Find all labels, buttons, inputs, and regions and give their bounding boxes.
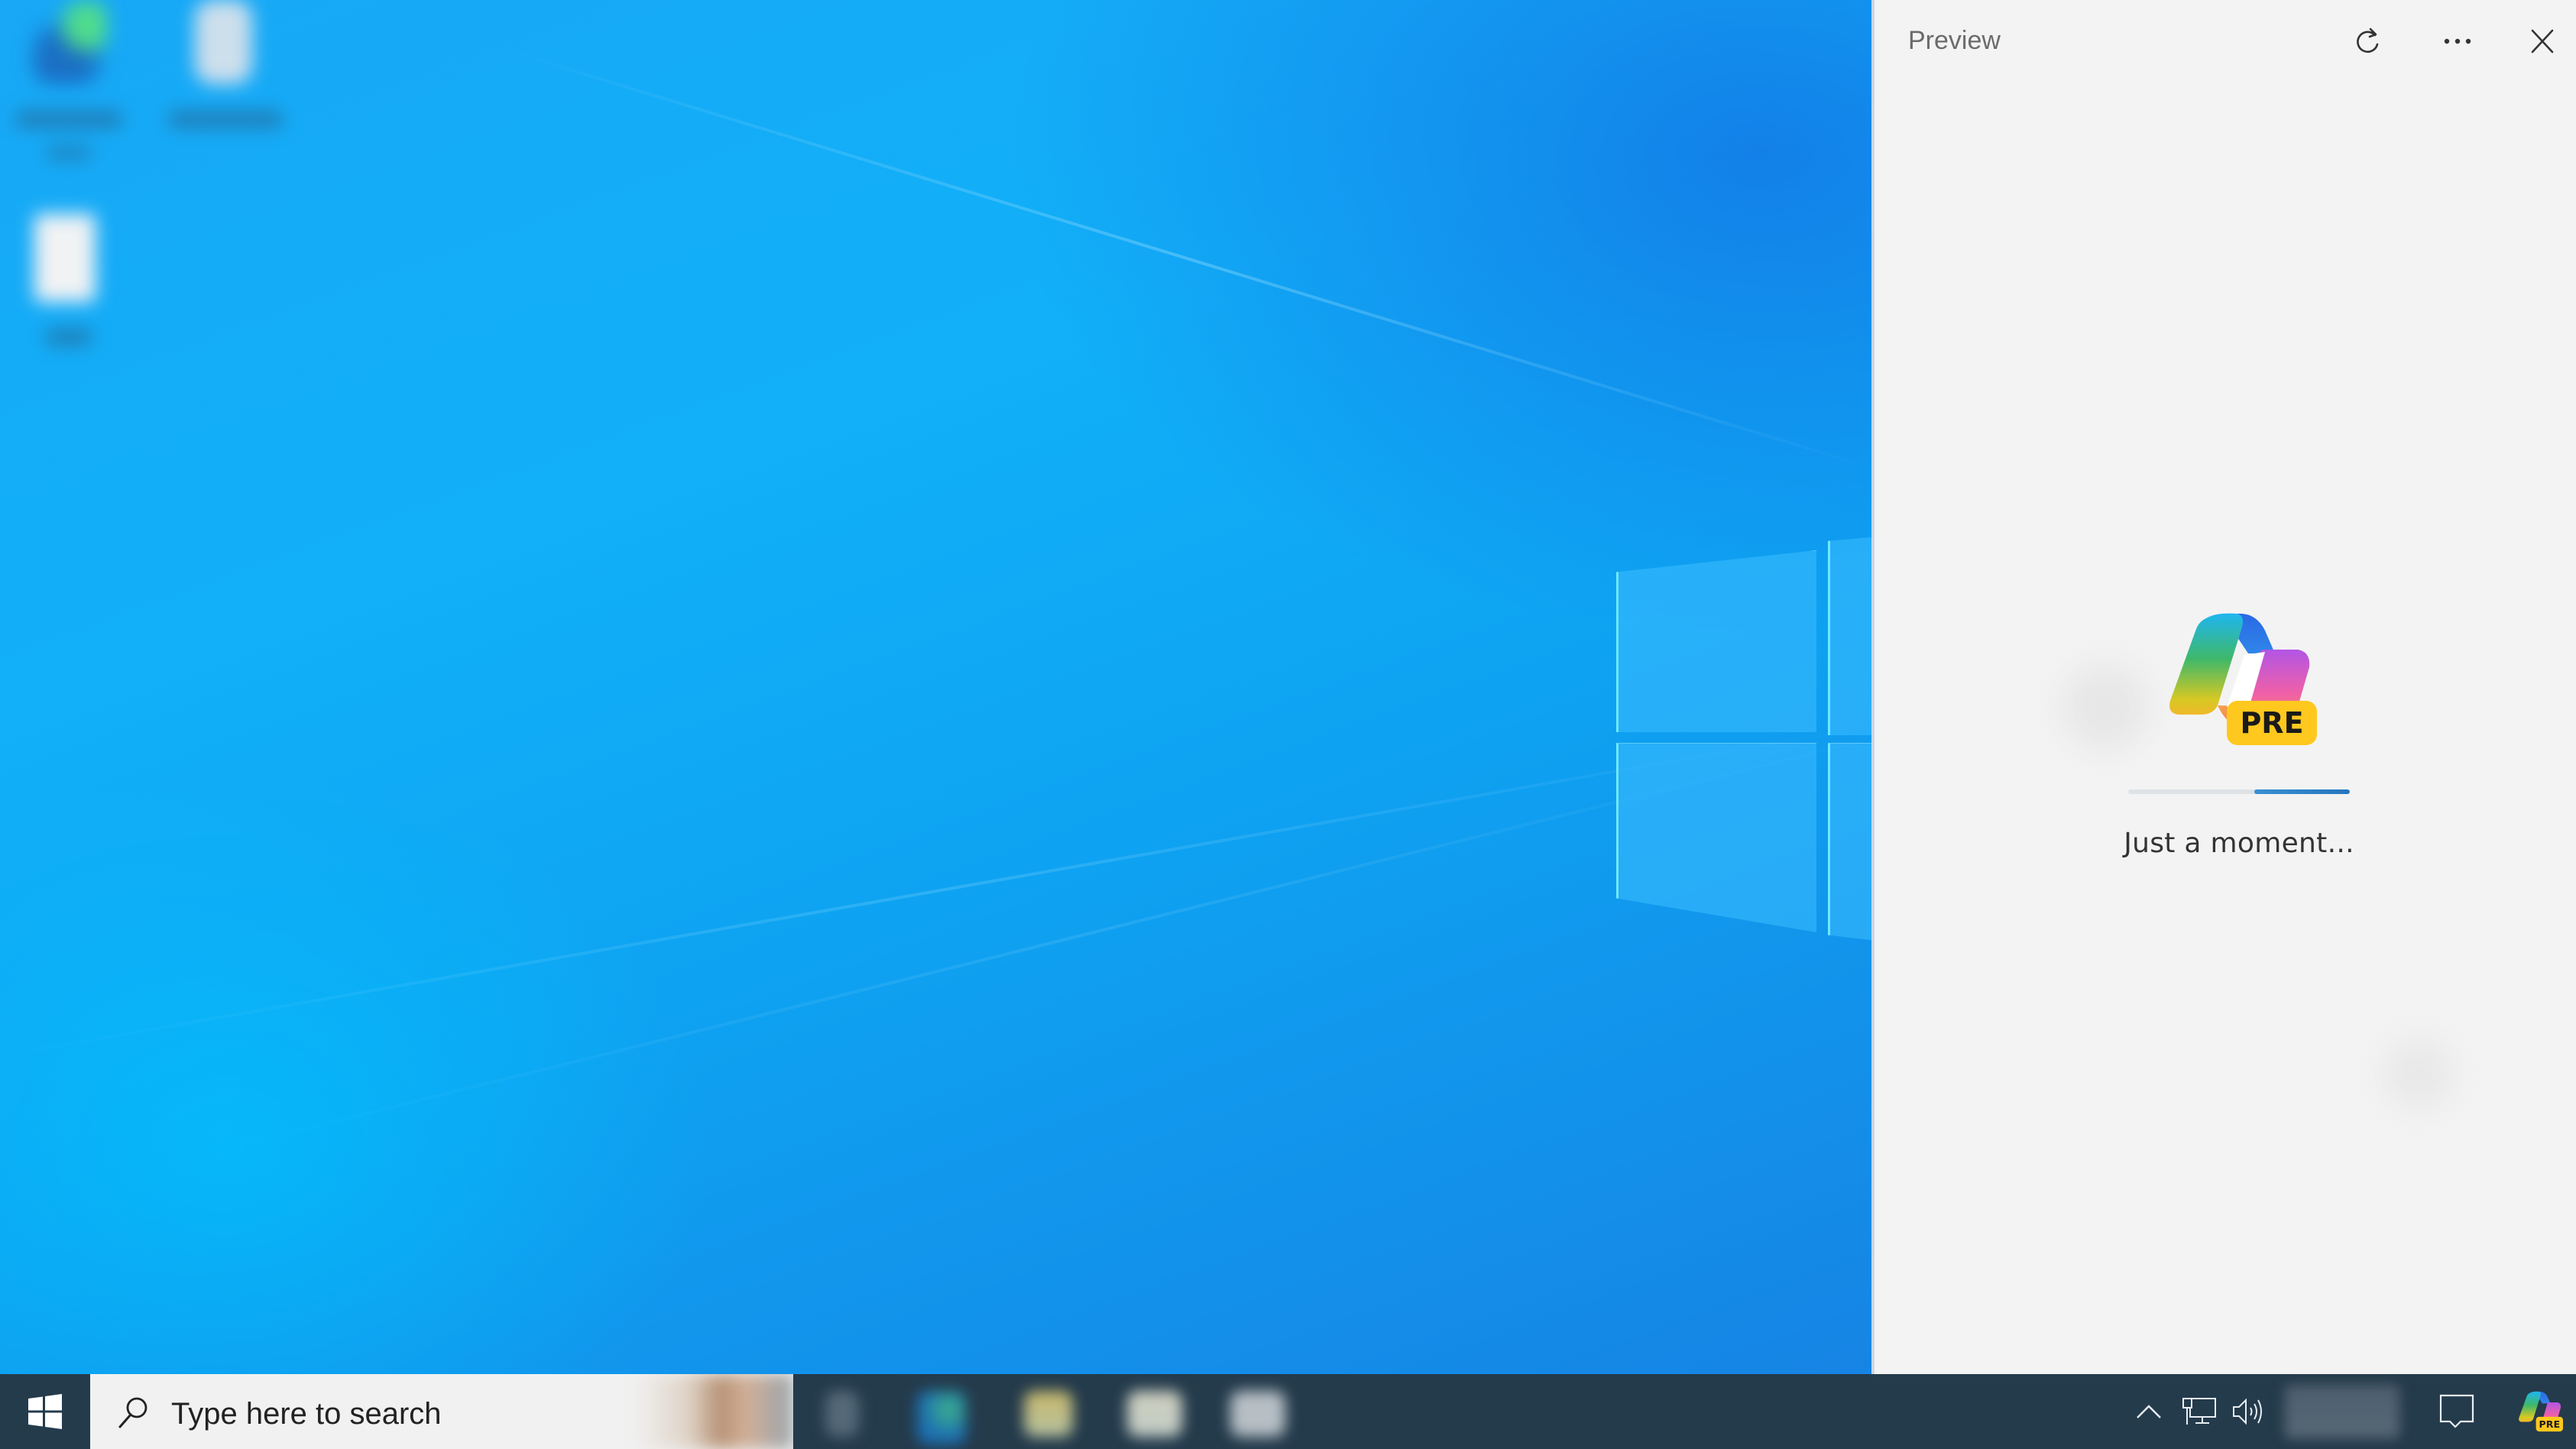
more-options-icon — [2444, 38, 2471, 44]
network-icon — [2182, 1398, 2216, 1425]
progress-bar-fill — [2254, 789, 2350, 794]
clock-button[interactable] — [2281, 1374, 2403, 1449]
copilot-taskbar-button[interactable]: PRE — [2514, 1374, 2566, 1449]
start-button[interactable] — [0, 1374, 90, 1449]
refresh-icon — [2357, 28, 2379, 53]
windows-start-icon — [28, 1394, 62, 1429]
wallpaper-light-beam — [496, 46, 1871, 474]
background-decoration — [2384, 1039, 2453, 1108]
taskbar-app-edge[interactable] — [917, 1391, 966, 1444]
taskbar-app-store[interactable] — [1127, 1391, 1182, 1437]
wallpaper-windows-logo — [1616, 535, 1871, 963]
search-placeholder: Type here to search — [171, 1397, 442, 1431]
notification-icon — [2439, 1394, 2474, 1428]
close-button[interactable] — [2518, 17, 2567, 66]
search-highlight-image — [633, 1374, 793, 1449]
progress-bar — [2128, 789, 2350, 794]
task-view-button[interactable] — [825, 1391, 859, 1437]
background-decoration — [2063, 665, 2147, 749]
file-icon — [34, 214, 96, 302]
taskbar-app-mail[interactable] — [1230, 1391, 1285, 1437]
clock-display — [2285, 1385, 2399, 1438]
wallpaper-light-beam — [0, 722, 1871, 1058]
search-icon — [118, 1397, 147, 1428]
taskbar-search-box[interactable]: Type here to search — [90, 1374, 793, 1449]
desktop — [0, 0, 1871, 1374]
taskbar: Type here to search PRE — [0, 1374, 2576, 1449]
copilot-icon: PRE — [2519, 1391, 2563, 1432]
copilot-tray-badge: PRE — [2539, 1418, 2561, 1430]
desktop-icon-file[interactable] — [0, 214, 138, 390]
notification-center-button[interactable] — [2434, 1374, 2480, 1449]
panel-title: Preview — [1908, 26, 2001, 55]
copilot-logo-icon: PRE — [2169, 613, 2317, 745]
recycle-bin-icon — [195, 0, 252, 84]
loading-message: Just a moment... — [2124, 828, 2354, 859]
show-hidden-icons-button[interactable] — [2132, 1374, 2166, 1449]
browser-icon — [31, 0, 107, 84]
volume-icon — [2233, 1398, 2262, 1425]
preview-badge: PRE — [2240, 706, 2303, 740]
volume-button[interactable] — [2228, 1374, 2267, 1449]
chevron-up-icon — [2137, 1405, 2161, 1418]
network-button[interactable] — [2179, 1374, 2219, 1449]
more-options-button[interactable] — [2433, 17, 2482, 66]
desktop-icon-recycle-bin[interactable] — [153, 0, 290, 176]
refresh-button[interactable] — [2343, 17, 2392, 66]
close-icon — [2531, 29, 2554, 53]
desktop-icon-browser[interactable] — [0, 0, 138, 176]
taskbar-app-file-explorer[interactable] — [1024, 1391, 1073, 1437]
